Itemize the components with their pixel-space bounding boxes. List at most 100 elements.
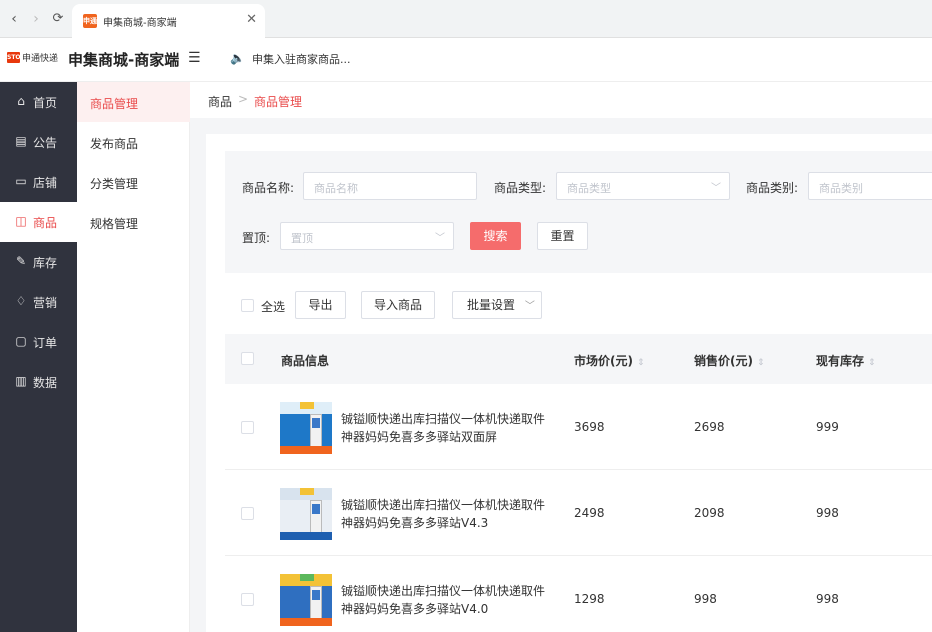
stock-cell: 999	[816, 420, 839, 434]
sidebar-item-marketing[interactable]: ♢ 营销	[0, 282, 77, 322]
submenu-item-publish[interactable]: 发布商品	[77, 122, 190, 162]
submenu-item-label: 发布商品	[90, 137, 139, 151]
table-row[interactable]: 铖镒顺快递出库扫描仪一体机快递取件神器妈妈免喜多多驿站双面屏 3698 2698…	[225, 384, 932, 470]
name-input[interactable]: 商品名称	[303, 172, 477, 200]
sidebar-item-orders[interactable]: ▢ 订单	[0, 322, 77, 362]
submenu-item-label: 规格管理	[90, 217, 139, 231]
bar-chart-icon: ▥	[15, 374, 27, 388]
name-placeholder: 商品名称	[314, 182, 358, 195]
submenu-item-category[interactable]: 分类管理	[77, 162, 190, 202]
submenu-item-label: 分类管理	[90, 177, 139, 191]
table-row[interactable]: 铖镒顺快递出库扫描仪一体机快递取件神器妈妈免喜多多驿站V4.3 2498 209…	[225, 470, 932, 556]
product-thumbnail[interactable]	[280, 402, 332, 454]
goods-icon: ◫	[15, 214, 27, 228]
logo-icon: STO	[7, 52, 21, 63]
notice-icon: ▤	[15, 134, 27, 148]
column-header-sale-price[interactable]: 销售价(元) ⇕	[694, 352, 765, 369]
product-name[interactable]: 铖镒顺快递出库扫描仪一体机快递取件神器妈妈免喜多多驿站V4.3	[341, 496, 556, 532]
sidebar-item-label: 库存	[33, 256, 58, 270]
back-icon[interactable]: ‹	[4, 9, 24, 29]
sort-icon[interactable]: ⇕	[868, 358, 876, 368]
batch-settings-dropdown[interactable]: 批量设置 ﹀	[452, 291, 542, 319]
column-header-label: 销售价(元)	[694, 354, 753, 368]
sidebar-item-label: 营销	[33, 296, 58, 310]
column-header-market-price[interactable]: 市场价(元) ⇕	[574, 352, 645, 369]
product-name[interactable]: 铖镒顺快递出库扫描仪一体机快递取件神器妈妈免喜多多驿站双面屏	[341, 410, 556, 446]
column-header-info: 商品信息	[281, 354, 330, 368]
submenu-item-goods-manage[interactable]: 商品管理	[77, 82, 190, 122]
sidebar-item-label: 首页	[33, 96, 58, 110]
browser-tab[interactable]: 申通 申集商城-商家端 ✕	[72, 4, 265, 38]
product-thumbnail[interactable]	[280, 488, 332, 540]
header-checkbox[interactable]	[241, 352, 254, 365]
chevron-down-icon: ﹀	[524, 301, 535, 312]
row-checkbox[interactable]	[241, 507, 254, 520]
menu-toggle-icon[interactable]: ☰	[188, 50, 204, 66]
sidebar-item-data[interactable]: ▥ 数据	[0, 362, 77, 402]
product-name[interactable]: 铖镒顺快递出库扫描仪一体机快递取件神器妈妈免喜多多驿站V4.0	[341, 582, 556, 618]
edit-icon: ✎	[15, 254, 27, 268]
type-placeholder: 商品类型	[567, 182, 611, 195]
sidebar-item-home[interactable]: ⌂ 首页	[0, 82, 77, 122]
sidebar-item-goods[interactable]: ◫ 商品	[0, 202, 77, 242]
sidebar-item-notice[interactable]: ▤ 公告	[0, 122, 77, 162]
reset-button[interactable]: 重置	[537, 222, 588, 250]
close-icon[interactable]: ✕	[246, 12, 257, 27]
order-icon: ▢	[15, 334, 27, 348]
sidebar-item-label: 商品	[33, 216, 58, 230]
product-thumbnail[interactable]	[280, 574, 332, 626]
type-select[interactable]: 商品类型 ﹀	[556, 172, 730, 200]
breadcrumb-separator: >	[238, 92, 249, 106]
column-header-stock[interactable]: 现有库存 ⇕	[816, 352, 876, 369]
top-placeholder: 置顶	[291, 232, 313, 245]
stock-cell: 998	[816, 592, 839, 606]
favicon-icon: 申通	[83, 14, 97, 28]
shop-icon: ▭	[15, 174, 27, 188]
submenu-item-label: 商品管理	[90, 97, 139, 111]
sort-icon[interactable]: ⇕	[757, 358, 765, 368]
market-price-cell: 3698	[574, 420, 605, 434]
sidebar: ⌂ 首页 ▤ 公告 ▭ 店铺 ◫ 商品 ✎ 库存 ♢ 营销 ▢ 订单 ▥ 数据	[0, 82, 77, 632]
sidebar-item-inventory[interactable]: ✎ 库存	[0, 242, 77, 282]
name-label: 商品名称:	[242, 181, 295, 195]
app-header: STO 申通快递 申集商城-商家端 ☰ 🔈 申集入驻商家商品...	[0, 38, 932, 82]
top-select[interactable]: 置顶 ﹀	[280, 222, 454, 250]
sidebar-item-label: 店铺	[33, 176, 58, 190]
select-all-label: 全选	[261, 300, 286, 314]
stock-cell: 998	[816, 506, 839, 520]
table-header: 商品信息 市场价(元) ⇕ 销售价(元) ⇕ 现有库存 ⇕	[225, 334, 932, 384]
filter-panel: 商品名称: 商品名称 商品类型: 商品类型 ﹀ 商品类别: 商品类别 置顶: 置…	[225, 151, 932, 273]
browser-chrome: ‹ › ⟳ 申通 申集商城-商家端 ✕	[0, 0, 932, 38]
batch-settings-label: 批量设置	[467, 298, 516, 312]
sort-icon[interactable]: ⇕	[637, 358, 645, 368]
row-checkbox[interactable]	[241, 421, 254, 434]
sale-price-cell: 2098	[694, 506, 725, 520]
chevron-down-icon: ﹀	[435, 233, 445, 244]
top-label: 置顶:	[242, 231, 271, 245]
search-button[interactable]: 搜索	[470, 222, 521, 250]
submenu: 商品管理 发布商品 分类管理 规格管理	[77, 82, 190, 632]
category-placeholder: 商品类别	[819, 182, 863, 195]
speaker-icon: 🔈	[230, 51, 245, 65]
table-row[interactable]: 铖镒顺快递出库扫描仪一体机快递取件神器妈妈免喜多多驿站V4.0 1298 998…	[225, 556, 932, 632]
import-button[interactable]: 导入商品	[361, 291, 435, 319]
category-select[interactable]: 商品类别	[808, 172, 932, 200]
gift-icon: ♢	[15, 294, 27, 308]
breadcrumb-home[interactable]: 商品	[208, 93, 232, 110]
notice-text[interactable]: 申集入驻商家商品...	[252, 51, 351, 67]
app-title: 申集商城-商家端	[68, 51, 180, 69]
row-checkbox[interactable]	[241, 593, 254, 606]
breadcrumb: 商品 > 商品管理	[190, 82, 932, 118]
select-all-checkbox[interactable]	[241, 299, 254, 312]
submenu-item-spec[interactable]: 规格管理	[77, 202, 190, 242]
market-price-cell: 1298	[574, 592, 605, 606]
column-header-label: 现有库存	[816, 354, 865, 368]
chevron-down-icon: ﹀	[711, 183, 721, 194]
logo-text: 申通快递	[22, 54, 59, 64]
reload-icon[interactable]: ⟳	[48, 9, 68, 29]
export-button[interactable]: 导出	[295, 291, 346, 319]
home-icon: ⌂	[17, 94, 25, 108]
forward-icon[interactable]: ›	[26, 9, 46, 29]
type-label: 商品类型:	[494, 181, 547, 195]
sidebar-item-shop[interactable]: ▭ 店铺	[0, 162, 77, 202]
